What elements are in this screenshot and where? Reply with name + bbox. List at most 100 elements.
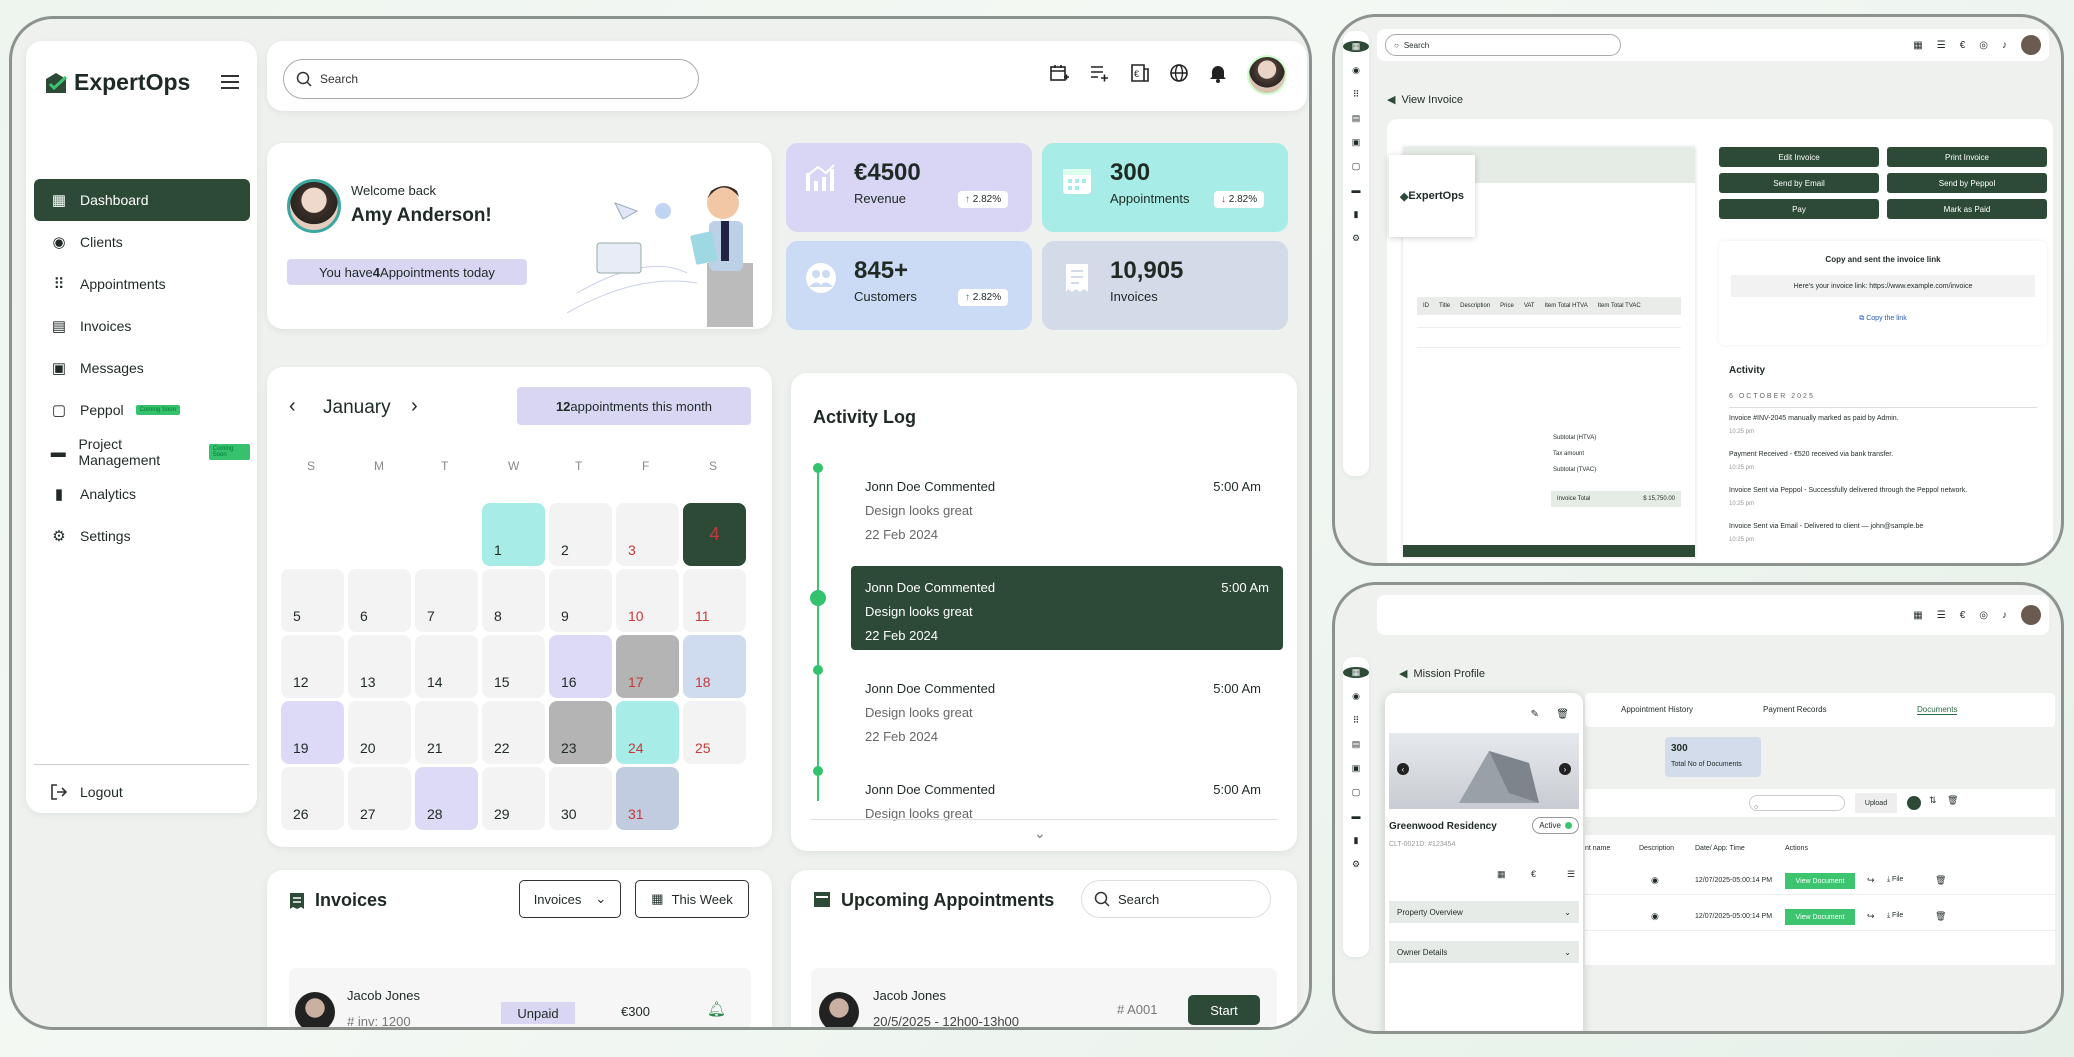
view-document-button[interactable]: View Document: [1785, 873, 1855, 889]
invoice-euro-icon[interactable]: €: [1129, 63, 1149, 88]
period-filter-button[interactable]: ▦ This Week: [635, 880, 749, 918]
calendar-day[interactable]: 16: [549, 635, 612, 698]
invoice-action-send-by-email[interactable]: Send by Email: [1719, 173, 1879, 193]
next-image-button[interactable]: ›: [1559, 763, 1571, 775]
documents-search-input[interactable]: ○: [1749, 795, 1845, 811]
invoice-euro-icon[interactable]: €: [1960, 40, 1966, 51]
calendar-day[interactable]: 3: [616, 503, 679, 566]
calendar-day[interactable]: 1: [482, 503, 545, 566]
menu-icon[interactable]: [221, 75, 239, 94]
sort-icon[interactable]: ⇅: [1929, 795, 1937, 806]
sidebar-item-clients[interactable]: ◉ Clients: [34, 221, 250, 263]
calendar-day[interactable]: 18: [683, 635, 746, 698]
user-avatar[interactable]: [1247, 55, 1287, 95]
globe-icon[interactable]: [1169, 63, 1189, 88]
grid-icon[interactable]: ⠿: [1343, 715, 1369, 726]
folder-icon[interactable]: ▬: [1343, 811, 1369, 821]
sidebar-item-messages[interactable]: ▣ Messages: [34, 347, 250, 389]
calendar-add-icon[interactable]: ▦: [1913, 610, 1922, 621]
calendar-day[interactable]: 17: [616, 635, 679, 698]
calendar-day[interactable]: 22: [482, 701, 545, 764]
search-input[interactable]: ○ Search: [1385, 34, 1621, 56]
avatar[interactable]: [2021, 605, 2041, 625]
owner-details-section[interactable]: Owner Details ⌄: [1389, 941, 1579, 963]
activity-item[interactable]: Jonn Doe Commented 5:00 Am Design looks …: [851, 566, 1283, 650]
grid-icon[interactable]: ⠿: [1343, 89, 1369, 100]
calendar-day[interactable]: 6: [348, 569, 411, 632]
activity-item[interactable]: Jonn Doe Commented 5:00 Am Design looks …: [851, 465, 1275, 549]
bar-chart-icon[interactable]: ▮: [1343, 209, 1369, 220]
trash-icon[interactable]: 🗑︎: [1935, 911, 1946, 922]
activity-item[interactable]: Jonn Doe Commented 5:00 Am Design looks …: [851, 768, 1275, 852]
share-icon[interactable]: ↪: [1867, 911, 1875, 922]
folder-icon[interactable]: ▬: [1343, 185, 1369, 195]
calendar-day[interactable]: 14: [415, 635, 478, 698]
calendar-day[interactable]: 28: [415, 767, 478, 830]
view-icon[interactable]: ◉: [1651, 875, 1659, 886]
logout-button[interactable]: Logout: [50, 783, 123, 801]
gear-icon[interactable]: ⚙: [1343, 233, 1369, 244]
back-link[interactable]: ◀ View Invoice: [1387, 93, 1463, 107]
invoice-action-pay[interactable]: Pay: [1719, 199, 1879, 219]
bar-chart-icon[interactable]: ▮: [1343, 835, 1369, 846]
calendar-add-icon[interactable]: ▦: [1913, 40, 1922, 51]
prev-month-button[interactable]: ‹: [289, 395, 296, 418]
calendar-day[interactable]: 20: [348, 701, 411, 764]
tab-payment-records[interactable]: Payment Records: [1763, 705, 1827, 714]
invoice-euro-icon[interactable]: €: [1960, 610, 1966, 621]
table-row[interactable]: Jacob Jones # inv: 1200 Unpaid €300 🔔︎: [289, 968, 751, 1027]
sidebar-item-dashboard[interactable]: ▦ Dashboard: [34, 179, 250, 221]
sidebar-item-peppol[interactable]: ▢ Peppol Coming Soon: [34, 389, 250, 431]
bell-icon[interactable]: ♪: [2002, 40, 2007, 51]
copy-link-button[interactable]: ⧉ Copy the link: [1719, 315, 2047, 323]
dashboard-icon[interactable]: ▦: [1343, 667, 1369, 678]
table-row[interactable]: ◉ 12/07/2025-05:00:14 PM View Document ↪…: [1585, 867, 2055, 895]
user-icon[interactable]: ◉: [1343, 65, 1369, 76]
invoice-action-send-by-peppol[interactable]: Send by Peppol: [1887, 173, 2047, 193]
calendar-day[interactable]: 19: [281, 701, 344, 764]
dashboard-icon[interactable]: ▦: [1343, 41, 1369, 52]
invoice-icon[interactable]: ▤: [1343, 113, 1369, 124]
globe-icon[interactable]: ◎: [1979, 610, 1988, 621]
calendar-day[interactable]: 13: [348, 635, 411, 698]
calendar-day[interactable]: 30: [549, 767, 612, 830]
trash-icon[interactable]: 🗑︎: [1556, 709, 1569, 720]
square-icon[interactable]: ▢: [1343, 161, 1369, 172]
list-add-icon[interactable]: [1089, 63, 1109, 88]
calendar-day[interactable]: 25: [683, 701, 746, 764]
trash-icon[interactable]: 🗑︎: [1947, 795, 1958, 806]
invoice-action-edit-invoice[interactable]: Edit Invoice: [1719, 147, 1879, 167]
bell-icon[interactable]: 🔔︎: [707, 1000, 726, 1018]
search-input[interactable]: Search: [283, 59, 699, 99]
calendar-day[interactable]: 10: [616, 569, 679, 632]
sidebar-item-settings[interactable]: ⚙ Settings: [34, 515, 250, 557]
start-button[interactable]: Start: [1188, 995, 1260, 1025]
calendar-day[interactable]: 29: [482, 767, 545, 830]
invoice-icon[interactable]: ▤: [1343, 739, 1369, 750]
calendar-day[interactable]: 31: [616, 767, 679, 830]
calendar-day[interactable]: 21: [415, 701, 478, 764]
back-link[interactable]: ◀ Mission Profile: [1399, 667, 1485, 681]
calendar-day[interactable]: 4: [683, 503, 746, 566]
message-icon[interactable]: ▣: [1343, 137, 1369, 148]
globe-icon[interactable]: ◎: [1979, 40, 1988, 51]
invoice-euro-icon[interactable]: €: [1531, 869, 1536, 879]
sidebar-item-analytics[interactable]: ▮ Analytics: [34, 473, 250, 515]
calendar-day[interactable]: 5: [281, 569, 344, 632]
square-icon[interactable]: ▢: [1343, 787, 1369, 798]
edit-icon[interactable]: ✎: [1531, 709, 1539, 720]
next-month-button[interactable]: ›: [411, 395, 418, 418]
calendar-day[interactable]: 15: [482, 635, 545, 698]
view-icon[interactable]: ◉: [1651, 911, 1659, 922]
user-icon[interactable]: ◉: [1343, 691, 1369, 702]
invoice-action-mark-as-paid[interactable]: Mark as Paid: [1887, 199, 2047, 219]
list-add-icon[interactable]: ☰: [1937, 610, 1946, 621]
calendar-day[interactable]: 9: [549, 569, 612, 632]
avatar[interactable]: [2021, 35, 2041, 55]
activity-item[interactable]: Jonn Doe Commented 5:00 Am Design looks …: [851, 667, 1275, 751]
prev-image-button[interactable]: ‹: [1397, 763, 1409, 775]
bell-icon[interactable]: ♪: [2002, 610, 2007, 621]
sidebar-item-invoices[interactable]: ▤ Invoices: [34, 305, 250, 347]
list-add-icon[interactable]: ☰: [1937, 40, 1946, 51]
bell-icon[interactable]: [1209, 63, 1227, 88]
